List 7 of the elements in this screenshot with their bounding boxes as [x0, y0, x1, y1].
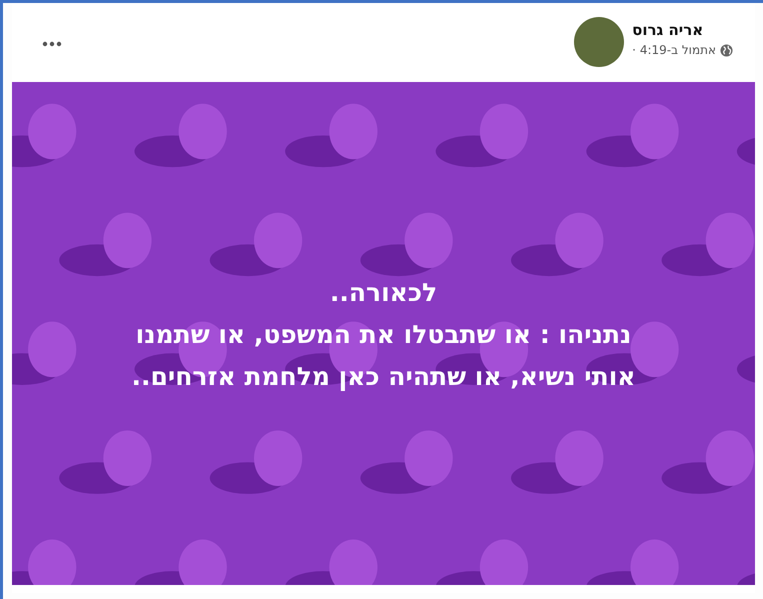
post-timestamp[interactable]: אתמול ב-4:19 ·: [632, 43, 716, 57]
author-name[interactable]: אריה גרוס: [632, 21, 704, 39]
post-text-line: נתניהו : או שתבטלו את המשפט, או שתמנו: [136, 319, 632, 351]
post-text-line: לכאורה..: [330, 277, 438, 309]
more-options-icon[interactable]: [42, 41, 62, 47]
globe-icon: [720, 44, 733, 56]
post-text-line: אותי נשיא, או שתהיה כאן מלחמת אזרחים..: [131, 361, 636, 393]
